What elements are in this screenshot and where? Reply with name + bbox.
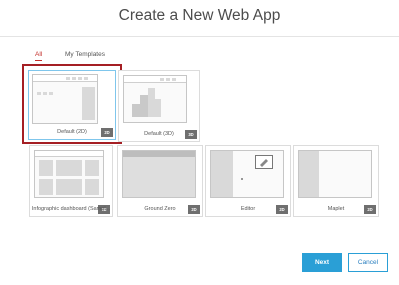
template-card-default-2d[interactable]: 2D Default (2D): [28, 70, 116, 140]
template-card-default-3d[interactable]: 3D Default (3D): [118, 70, 200, 142]
template-thumbnail: [34, 150, 104, 198]
tab-all[interactable]: All: [35, 51, 43, 61]
thumbnail-widget: [49, 92, 53, 95]
template-thumbnail: [298, 150, 372, 198]
template-label: Default (3D): [144, 131, 174, 137]
template-thumbnail: [123, 75, 187, 123]
thumbnail-widget: [37, 92, 41, 95]
template-card-infographic-dashboard[interactable]: 2D Infographic dashboard (Sampl...: [29, 145, 113, 217]
thumbnail-widget: [72, 77, 76, 80]
thumbnail-topbar: [124, 76, 186, 83]
title-divider: [0, 36, 399, 37]
thumbnail-widget: [43, 92, 47, 95]
tab-my-templates[interactable]: My Templates: [65, 51, 105, 58]
map-point: [241, 178, 243, 180]
building-3d: [132, 104, 140, 117]
thumbnail-widget: [66, 77, 70, 80]
editor-sidebar: [211, 151, 233, 197]
thumbnail-widget: [160, 78, 164, 81]
building-3d: [148, 88, 155, 117]
template-card-ground-zero[interactable]: 2D Ground Zero: [117, 145, 203, 217]
dashboard-panel: [56, 179, 82, 195]
dialog-title: Create a New Web App: [118, 7, 281, 24]
next-button[interactable]: Next: [302, 253, 342, 272]
building-3d: [140, 95, 148, 117]
pencil-icon: [260, 159, 268, 167]
template-label: Editor: [240, 206, 256, 212]
dashboard-panel: [56, 160, 82, 176]
thumbnail-widget: [78, 77, 82, 80]
thumbnail-widget: [172, 78, 176, 81]
template-label: Infographic dashboard (Sampl...: [31, 206, 111, 212]
dashboard-panel: [85, 160, 99, 176]
template-label: Default (2D): [57, 129, 87, 135]
thumbnail-map-area: [123, 157, 195, 197]
thumbnail-topbar: [35, 151, 103, 157]
thumbnail-widget: [166, 78, 170, 81]
dashboard-panel: [39, 160, 53, 176]
dashboard-panel: [39, 179, 53, 195]
template-card-maplet[interactable]: 2D Maplet: [293, 145, 379, 217]
template-label: Ground Zero: [144, 206, 176, 212]
edit-popup: [255, 155, 273, 169]
template-card-editor[interactable]: 2D Editor: [205, 145, 291, 217]
maplet-sidebar: [299, 151, 319, 197]
template-label: Maplet: [327, 206, 345, 212]
template-thumbnail: [210, 150, 284, 198]
building-3d: [155, 99, 161, 117]
thumbnail-widget: [84, 77, 88, 80]
template-thumbnail: [122, 150, 196, 198]
thumbnail-panel: [82, 87, 95, 120]
template-thumbnail: [32, 74, 98, 124]
dashboard-panel: [85, 179, 99, 195]
cancel-button[interactable]: Cancel: [348, 253, 388, 272]
